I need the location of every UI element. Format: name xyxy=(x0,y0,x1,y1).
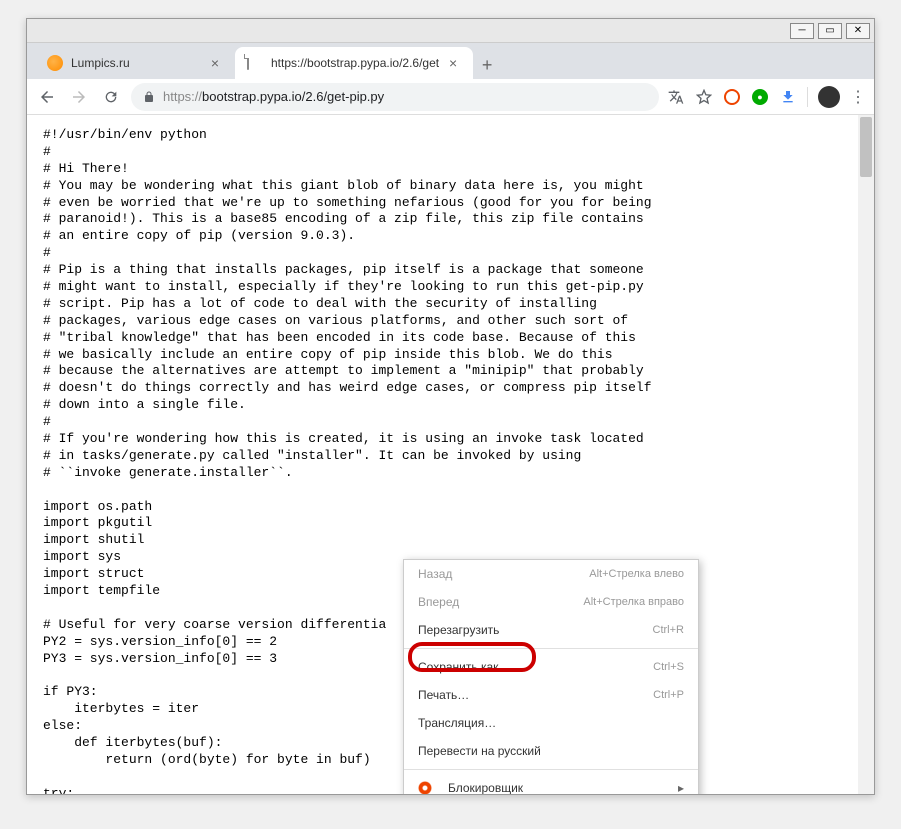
separator xyxy=(404,648,698,649)
browser-window: ─ ▭ ✕ Lumpics.ru × https://bootstrap.pyp… xyxy=(26,18,875,795)
extension-icons: ● ⋮ xyxy=(667,86,866,108)
ctx-shortcut: Ctrl+P xyxy=(653,689,684,701)
ctx-cast[interactable]: Трансляция… xyxy=(404,709,698,737)
context-menu: Назад Alt+Стрелка влево Вперед Alt+Стрел… xyxy=(403,559,699,794)
ctx-shortcut: Ctrl+S xyxy=(653,661,684,673)
address-bar: https://bootstrap.pypa.io/2.6/get-pip.py… xyxy=(27,79,874,115)
ctx-label: Перезагрузить xyxy=(418,623,499,637)
close-icon[interactable]: × xyxy=(207,55,223,71)
ctx-translate[interactable]: Перевести на русский xyxy=(404,737,698,765)
separator xyxy=(404,769,698,770)
reload-button[interactable] xyxy=(99,85,123,109)
ctx-reload[interactable]: Перезагрузить Ctrl+R xyxy=(404,616,698,644)
opera-icon xyxy=(418,781,432,794)
tab-title: https://bootstrap.pypa.io/2.6/get xyxy=(271,56,439,70)
close-icon[interactable]: × xyxy=(445,55,461,71)
ctx-print[interactable]: Печать… Ctrl+P xyxy=(404,681,698,709)
minimize-button[interactable]: ─ xyxy=(790,23,814,39)
ctx-blocker[interactable]: Блокировщик ▸ xyxy=(404,774,698,794)
tab-bootstrap[interactable]: https://bootstrap.pypa.io/2.6/get × xyxy=(235,47,473,79)
scrollbar[interactable] xyxy=(858,115,874,794)
ctx-shortcut: Alt+Стрелка влево xyxy=(589,568,684,580)
ctx-forward[interactable]: Вперед Alt+Стрелка вправо xyxy=(404,588,698,616)
back-button[interactable] xyxy=(35,85,59,109)
tab-lumpics[interactable]: Lumpics.ru × xyxy=(35,47,235,79)
ctx-shortcut: Ctrl+R xyxy=(653,624,684,636)
translate-icon[interactable] xyxy=(667,88,685,106)
opera-ext-icon[interactable] xyxy=(723,88,741,106)
ctx-label: Перевести на русский xyxy=(418,744,541,758)
maximize-button[interactable]: ▭ xyxy=(818,23,842,39)
menu-button[interactable]: ⋮ xyxy=(850,87,866,107)
scroll-thumb[interactable] xyxy=(860,117,872,177)
url-text: https://bootstrap.pypa.io/2.6/get-pip.py xyxy=(163,89,647,104)
ctx-label: Трансляция… xyxy=(418,716,496,730)
adblock-icon[interactable]: ● xyxy=(751,88,769,106)
orange-icon xyxy=(47,55,63,71)
ctx-back[interactable]: Назад Alt+Стрелка влево xyxy=(404,560,698,588)
url-input[interactable]: https://bootstrap.pypa.io/2.6/get-pip.py xyxy=(131,83,659,111)
ctx-save-as[interactable]: Сохранить как… Ctrl+S xyxy=(404,653,698,681)
forward-button[interactable] xyxy=(67,85,91,109)
ctx-label: Назад xyxy=(418,567,452,581)
ctx-label: Печать… xyxy=(418,688,469,702)
avatar[interactable] xyxy=(818,86,840,108)
close-window-button[interactable]: ✕ xyxy=(846,23,870,39)
lock-icon xyxy=(143,91,155,103)
window-titlebar: ─ ▭ ✕ xyxy=(27,19,874,43)
new-tab-button[interactable]: + xyxy=(473,51,501,79)
ctx-label: Сохранить как… xyxy=(418,660,510,674)
ctx-label: Вперед xyxy=(418,595,459,609)
tab-title: Lumpics.ru xyxy=(71,56,201,70)
star-icon[interactable] xyxy=(695,88,713,106)
download-icon[interactable] xyxy=(779,88,797,106)
tab-strip: Lumpics.ru × https://bootstrap.pypa.io/2… xyxy=(27,43,874,79)
chevron-right-icon: ▸ xyxy=(678,781,684,794)
page-content: #!/usr/bin/env python # # Hi There! # Yo… xyxy=(27,115,874,794)
ctx-shortcut: Alt+Стрелка вправо xyxy=(583,596,684,608)
document-icon xyxy=(247,55,263,71)
separator xyxy=(807,87,808,107)
ctx-label: Блокировщик xyxy=(448,781,523,794)
